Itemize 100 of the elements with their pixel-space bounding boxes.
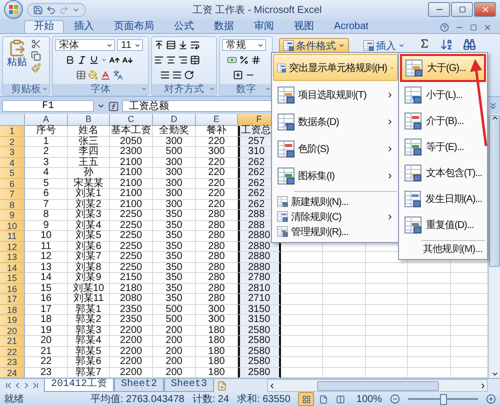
underline-icon[interactable] xyxy=(89,55,99,66)
currency-icon[interactable] xyxy=(227,55,237,66)
office-button[interactable] xyxy=(4,0,23,20)
menu-item[interactable]: 项目选取规则(T) xyxy=(273,81,398,108)
launcher-icon[interactable] xyxy=(265,86,271,92)
zoom-text[interactable]: 100% xyxy=(356,394,382,404)
menu-item[interactable]: 大于(G)... xyxy=(400,54,486,82)
column-header[interactable]: E xyxy=(196,114,238,126)
paste-button[interactable]: 粘贴 xyxy=(5,38,29,82)
row-header[interactable]: 23 xyxy=(0,357,25,368)
zoom-slider-thumb[interactable] xyxy=(440,394,447,404)
menu-item[interactable]: 介于(B)... xyxy=(400,108,486,134)
launcher-icon[interactable] xyxy=(42,86,48,92)
phonetic-icon[interactable] xyxy=(112,70,122,80)
restore-icon[interactable] xyxy=(470,24,477,31)
align-right-icon[interactable] xyxy=(178,55,188,66)
column-header[interactable]: A xyxy=(25,114,68,126)
ribbon-tab[interactable]: 视图 xyxy=(284,20,324,33)
comma-icon[interactable] xyxy=(251,55,261,66)
row-header[interactable]: 6 xyxy=(0,178,25,189)
horizontal-scrollbar[interactable] xyxy=(267,379,488,392)
row-header[interactable]: 7 xyxy=(0,189,25,200)
percent-icon[interactable] xyxy=(239,55,249,66)
row-header[interactable]: 14 xyxy=(0,262,25,273)
help-icon[interactable] xyxy=(440,22,449,32)
ribbon-tab[interactable]: 页面布局 xyxy=(104,20,164,33)
font-color-icon[interactable] xyxy=(100,70,110,81)
bold-icon[interactable] xyxy=(65,55,75,66)
align-bottom-icon[interactable] xyxy=(178,40,188,50)
ribbon-tab[interactable]: 公式 xyxy=(164,20,204,33)
ribbon-tab[interactable]: 开始 xyxy=(24,20,64,33)
zoom-in-icon[interactable] xyxy=(486,394,496,404)
sheet-tab[interactable]: 201412工资 xyxy=(44,378,114,392)
row-header[interactable]: 1 xyxy=(0,126,25,136)
ribbon-tab[interactable]: 数据 xyxy=(204,20,244,33)
row-header[interactable]: 3 xyxy=(0,147,25,158)
row-header[interactable]: 19 xyxy=(0,315,25,326)
close-button[interactable] xyxy=(474,2,496,18)
scrollbar-thumb[interactable] xyxy=(489,115,500,267)
column-header[interactable]: C xyxy=(110,114,153,126)
minimize-button[interactable] xyxy=(428,2,450,18)
row-header[interactable]: 10 xyxy=(0,220,25,231)
find-icon[interactable] xyxy=(463,38,476,51)
row-header[interactable]: 15 xyxy=(0,273,25,284)
row-header[interactable]: 22 xyxy=(0,346,25,357)
save-icon[interactable] xyxy=(33,4,43,15)
close-icon[interactable] xyxy=(483,22,492,32)
merge-icon[interactable] xyxy=(190,55,200,66)
ribbon-tab[interactable]: 插入 xyxy=(64,20,104,33)
align-left-icon[interactable] xyxy=(154,55,164,66)
align-center-icon[interactable] xyxy=(166,55,176,66)
copy-icon[interactable] xyxy=(31,50,41,61)
zoom-out-icon[interactable] xyxy=(390,394,400,404)
dropdown-icon[interactable] xyxy=(97,102,105,110)
number-format-select[interactable]: 常规 xyxy=(222,39,266,52)
new-sheet-icon[interactable] xyxy=(217,380,228,390)
last-sheet-icon[interactable] xyxy=(31,381,40,390)
row-header[interactable]: 12 xyxy=(0,242,25,252)
menu-item[interactable]: 等于(E)... xyxy=(400,134,486,160)
font-name-select[interactable]: 宋体 xyxy=(55,39,115,52)
ribbon-tab[interactable]: Acrobat xyxy=(324,20,378,33)
sheet-tab[interactable]: Sheet3 xyxy=(164,378,214,392)
first-sheet-icon[interactable] xyxy=(4,381,13,390)
row-header[interactable]: 17 xyxy=(0,294,25,304)
row-header[interactable]: 16 xyxy=(0,284,25,294)
scrollbar-thumb[interactable] xyxy=(316,380,439,390)
sort-icon[interactable] xyxy=(440,38,453,51)
menu-item[interactable]: 发生日期(A)... xyxy=(400,186,486,212)
caret-icon[interactable] xyxy=(101,57,107,64)
name-box[interactable]: F1 xyxy=(2,100,94,112)
menu-item[interactable]: 重复值(D)... xyxy=(400,212,486,238)
shrink-font-icon[interactable] xyxy=(122,54,133,66)
grow-font-icon[interactable] xyxy=(109,54,120,66)
row-header[interactable]: 20 xyxy=(0,326,25,336)
wrap-text-icon[interactable] xyxy=(190,40,200,50)
row-header[interactable]: 11 xyxy=(0,231,25,242)
undo-icon[interactable] xyxy=(46,4,56,15)
row-header[interactable]: 5 xyxy=(0,168,25,178)
launcher-icon[interactable] xyxy=(141,86,147,92)
row-header[interactable]: 21 xyxy=(0,336,25,346)
row-header[interactable]: 9 xyxy=(0,210,25,220)
border-icon[interactable] xyxy=(76,70,86,80)
align-middle-icon[interactable] xyxy=(166,40,176,50)
menu-item[interactable]: 突出显示单元格规则(H) xyxy=(273,54,398,81)
row-header[interactable]: 4 xyxy=(0,158,25,168)
orientation-icon[interactable] xyxy=(184,70,194,80)
sheet-tab[interactable]: Sheet2 xyxy=(114,378,164,392)
increase-decimal-icon[interactable] xyxy=(233,70,243,80)
insert-button[interactable]: 插入 xyxy=(359,38,409,54)
column-header[interactable]: B xyxy=(68,114,110,126)
row-header[interactable]: 8 xyxy=(0,200,25,210)
cut-icon[interactable] xyxy=(31,38,41,49)
next-sheet-icon[interactable] xyxy=(22,381,31,390)
conditional-formatting-button[interactable]: 条件格式 xyxy=(279,38,349,54)
expand-icon[interactable] xyxy=(488,101,498,111)
indent-icon[interactable] xyxy=(160,70,170,80)
restore-button[interactable] xyxy=(451,2,473,18)
launcher-icon[interactable] xyxy=(209,86,215,92)
column-header[interactable]: D xyxy=(153,114,196,126)
font-size-select[interactable]: 11 xyxy=(117,39,143,52)
